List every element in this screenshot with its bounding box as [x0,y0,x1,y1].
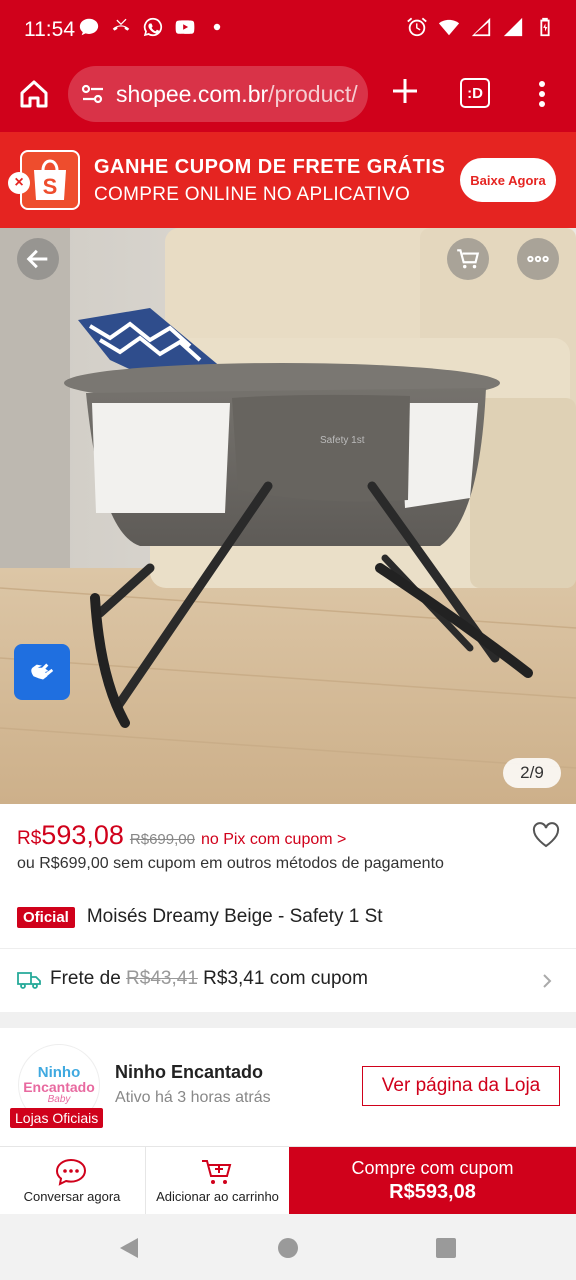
status-bar: 11:54 [0,0,576,62]
promo-close-button[interactable]: × [8,172,30,194]
buy-with-coupon-button[interactable]: Compre com cupom R$593,08 [289,1147,576,1215]
product-title: Moisés Dreamy Beige - Safety 1 St [86,906,383,927]
status-time: 11:54 [24,18,75,41]
price-value: 593,08 [41,820,124,850]
url-path: /product/ [268,80,358,107]
dot-icon [206,16,228,38]
shipping-row[interactable]: Frete de R$43,41 R$3,41 com cupom [0,950,576,1010]
add-to-cart-button[interactable]: Adicionar ao carrinho [145,1147,289,1215]
missed-call-icon [110,16,132,38]
overflow-menu-icon[interactable] [530,78,554,110]
store-active-status: Ativo há 3 horas atrás [115,1089,271,1106]
buy-price: R$593,08 [389,1181,476,1203]
notification-icons [78,16,228,38]
store-logo-line2: Encantado [23,1078,95,1095]
bottom-action-bar: Conversar agora Adicionar ao carrinho Co… [0,1146,576,1215]
whatsapp-icon [142,16,164,38]
nav-back-icon[interactable] [118,1236,140,1260]
wifi-icon [438,16,460,38]
truck-icon [17,970,41,990]
system-status-icons [406,16,556,38]
store-logo-line3: Baby [47,1093,71,1105]
image-counter: 2/9 [503,758,561,788]
official-stores-badge: Lojas Oficiais [10,1108,104,1128]
chat-icon [54,1157,88,1187]
store-name[interactable]: Ninho Encantado [115,1062,263,1083]
url-domain: shopee.com.br [116,80,269,107]
pix-coupon-link[interactable]: no Pix com cupom > [201,831,346,849]
chevron-right-icon [540,972,554,990]
product-title-row: Oficial Moisés Dreamy Beige - Safety 1 S… [17,906,383,928]
browser-toolbar: shopee.com.br/product/ :D [0,62,576,132]
battery-charging-icon [534,16,556,38]
store-logo-line1: Ninho [37,1063,81,1081]
signal-full-icon [502,16,524,38]
price-currency: R$ [17,828,42,849]
app-promo-banner[interactable]: S × GANHE CUPOM DE FRETE GRÁTIS COMPRE O… [0,132,576,228]
shipping-old-price: R$43,41 [126,968,198,989]
promo-title: GANHE CUPOM DE FRETE GRÁTIS [94,156,446,178]
home-icon[interactable] [16,76,52,112]
cart-label: Adicionar ao carrinho [156,1189,279,1204]
add-cart-icon [200,1157,234,1187]
promo-subtitle: COMPRE ONLINE NO APLICATIVO [94,184,411,205]
alarm-icon [406,16,428,38]
view-store-button[interactable]: Ver página da Loja [362,1066,560,1106]
chat-now-button[interactable]: Conversar agora [0,1147,144,1215]
chat-bubble-icon [78,16,100,38]
download-app-button[interactable]: Baixe Agora [460,158,556,202]
product-brand-text: Safety 1st [320,435,365,446]
more-options-icon[interactable] [517,238,559,280]
url-text[interactable]: shopee.com.br/product/ [116,81,358,108]
buy-label: Compre com cupom [351,1158,514,1178]
product-image-gallery[interactable]: Safety 1st 2/9 [0,228,576,804]
price-old: R$699,00 [129,831,195,848]
price-row: R$ 593,08 R$699,00 no Pix com cupom > [17,820,547,852]
youtube-icon [174,16,196,38]
nav-recents-icon[interactable] [436,1238,456,1258]
tab-switcher-button[interactable]: :D [460,78,490,108]
shipping-prefix: Frete de [50,968,127,989]
site-settings-icon[interactable] [80,81,106,107]
back-arrow-icon[interactable] [17,238,59,280]
section-separator [0,1012,576,1028]
shipping-new-price: R$3,41 com cupom [197,968,368,989]
cart-icon[interactable] [447,238,489,280]
new-tab-icon[interactable] [390,76,420,106]
nav-home-icon[interactable] [278,1238,298,1258]
shipping-text: Frete de R$43,41 R$3,41 com cupom [50,968,368,990]
divider [0,948,576,949]
signal-icon [470,16,492,38]
product-photo: Safety 1st [0,228,576,804]
alt-price-text: ou R$699,00 sem cupom em outros métodos … [17,855,444,872]
accessibility-sign-language-icon[interactable] [14,644,70,700]
logo-letter: S [43,174,58,199]
url-bar[interactable]: shopee.com.br/product/ [68,66,368,122]
favorite-heart-icon[interactable] [532,822,560,848]
official-badge: Oficial [17,906,75,928]
chat-label: Conversar agora [23,1189,121,1204]
system-nav-bar [0,1214,576,1280]
